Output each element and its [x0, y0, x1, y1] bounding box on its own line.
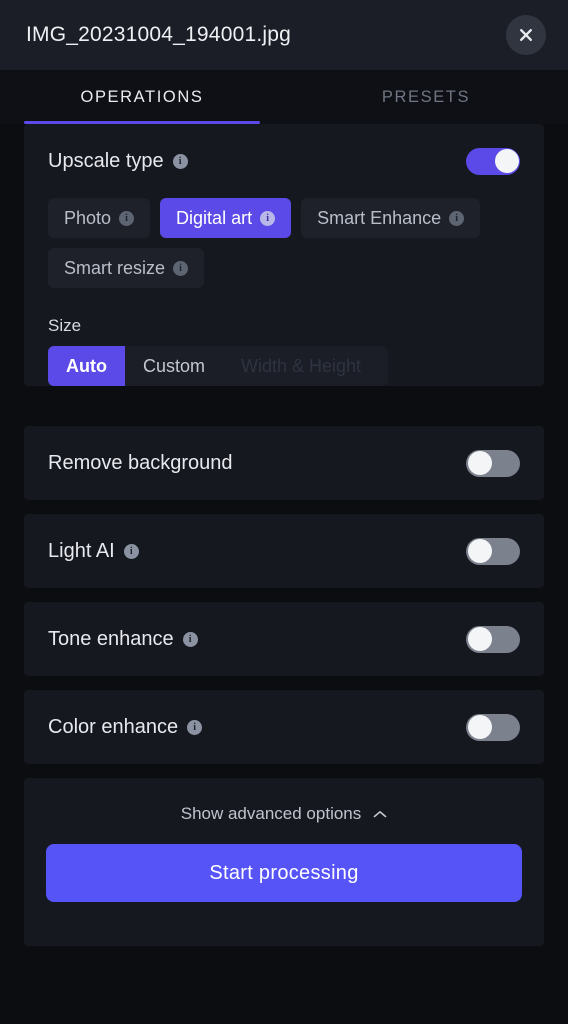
tone-enhance-card: Tone enhance i	[24, 602, 544, 676]
tab-presets-label: PRESETS	[381, 87, 471, 106]
tab-presets[interactable]: PRESETS	[284, 70, 568, 124]
size-option-auto[interactable]: Auto	[48, 346, 125, 386]
show-advanced-options-button[interactable]: Show advanced options	[24, 778, 544, 832]
color-enhance-label: Color enhance	[48, 715, 179, 738]
color-enhance-label-group: Color enhance i	[48, 715, 203, 739]
color-enhance-card: Color enhance i	[24, 690, 544, 764]
upscale-type-card: Upscale type i Photo i Digital art i Sma…	[24, 124, 544, 386]
info-icon[interactable]: i	[182, 631, 198, 647]
toggle-knob	[467, 627, 492, 651]
chip-smart-resize[interactable]: Smart resize i	[48, 248, 205, 288]
size-label: Size	[48, 316, 82, 335]
info-icon[interactable]: i	[123, 543, 139, 559]
info-icon[interactable]: i	[449, 210, 465, 226]
upscale-type-toggle[interactable]	[466, 147, 520, 175]
toggle-knob	[467, 539, 492, 563]
light-ai-row: Light AI i	[24, 514, 544, 588]
close-button[interactable]	[506, 15, 546, 55]
footer-card: Show advanced options Start processing	[24, 778, 544, 946]
remove-background-toggle[interactable]	[466, 449, 520, 477]
tone-enhance-label: Tone enhance	[48, 627, 174, 650]
remove-background-card: Remove background	[24, 426, 544, 500]
info-icon[interactable]: i	[187, 719, 203, 735]
start-processing-button[interactable]: Start processing	[46, 844, 522, 902]
chip-smart-resize-label: Smart resize	[64, 257, 166, 278]
size-option-width-height: Width & Height	[241, 355, 362, 376]
light-ai-label: Light AI	[48, 539, 115, 562]
upscale-type-label: Upscale type	[48, 149, 164, 172]
toggle-knob	[467, 451, 492, 475]
chip-photo[interactable]: Photo i	[48, 198, 151, 238]
chip-digital-art[interactable]: Digital art i	[160, 198, 292, 238]
light-ai-label-group: Light AI i	[48, 540, 139, 563]
light-ai-toggle[interactable]	[466, 537, 520, 565]
show-advanced-options-label: Show advanced options	[180, 804, 362, 823]
upscale-type-label-group: Upscale type i	[48, 150, 188, 173]
upscale-type-chip-group: Photo i Digital art i Smart Enhance i Sm…	[24, 198, 544, 296]
info-icon[interactable]: i	[260, 210, 276, 226]
chip-smart-enhance-label: Smart Enhance	[317, 207, 442, 228]
upscale-type-row: Upscale type i	[24, 124, 544, 198]
remove-background-row: Remove background	[24, 426, 544, 500]
color-enhance-row: Color enhance i	[24, 690, 544, 764]
size-segmented-control: Auto Custom Width & Height	[48, 346, 388, 386]
chip-smart-enhance[interactable]: Smart Enhance i	[301, 198, 481, 238]
info-icon[interactable]: i	[119, 210, 135, 226]
tab-bar: OPERATIONS PRESETS	[0, 70, 568, 124]
remove-background-label: Remove background	[48, 451, 233, 474]
file-name-title: IMG_20231004_194001.jpg	[26, 23, 291, 46]
footer-spacer	[24, 902, 544, 946]
title-bar: IMG_20231004_194001.jpg	[0, 0, 568, 70]
info-icon[interactable]: i	[173, 260, 189, 276]
remove-background-label-group: Remove background	[48, 452, 233, 475]
chevron-up-icon	[373, 804, 387, 824]
tone-enhance-row: Tone enhance i	[24, 602, 544, 676]
operations-panel: Upscale type i Photo i Digital art i Sma…	[0, 124, 568, 1024]
light-ai-card: Light AI i	[24, 514, 544, 588]
tone-enhance-toggle[interactable]	[466, 625, 520, 653]
tone-enhance-label-group: Tone enhance i	[48, 628, 198, 651]
size-option-custom[interactable]: Custom	[125, 346, 223, 386]
tab-operations[interactable]: OPERATIONS	[0, 70, 284, 124]
color-enhance-toggle[interactable]	[466, 713, 520, 741]
toggle-knob	[494, 149, 519, 173]
close-icon	[518, 27, 534, 43]
info-icon[interactable]: i	[172, 153, 188, 169]
chip-photo-label: Photo	[64, 207, 112, 228]
chip-digital-art-label: Digital art	[176, 207, 253, 228]
toggle-knob	[467, 715, 492, 739]
tab-operations-label: OPERATIONS	[80, 87, 204, 106]
